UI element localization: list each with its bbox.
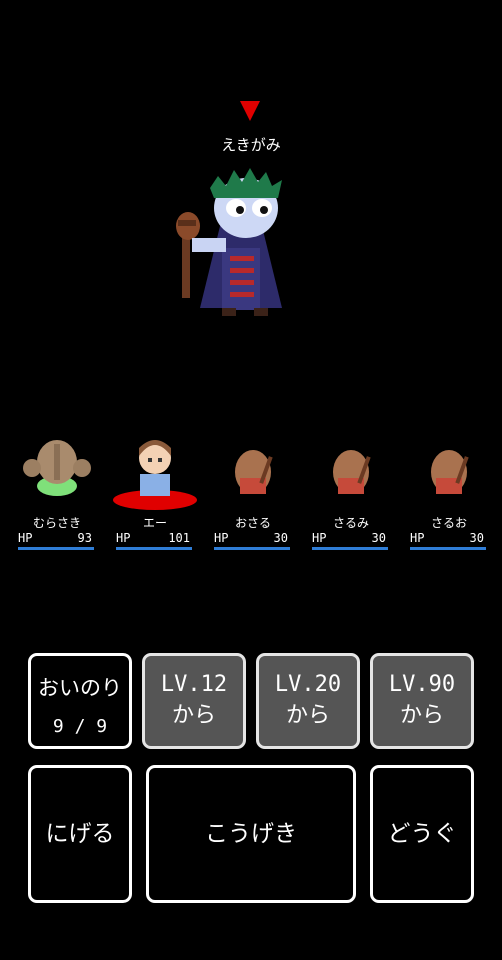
enemy-name: えきがみ: [221, 136, 281, 154]
enemy-sprite[interactable]: [170, 158, 310, 332]
party-member-sarumi[interactable]: さるみ HP 30: [306, 430, 396, 550]
hp-label: HP: [312, 531, 327, 545]
hero-icon: [113, 440, 197, 510]
skill-level: LV.12: [160, 672, 228, 697]
hp-value: 93: [77, 531, 92, 545]
hp-label: HP: [214, 531, 229, 545]
hp-bar: [410, 547, 486, 550]
hp-label: HP: [18, 531, 33, 545]
member-name: おさる: [234, 516, 271, 530]
member-name: さるみ: [332, 516, 369, 530]
skill-lv20-button[interactable]: LV.20 から: [256, 653, 360, 749]
member-name: さるお: [430, 516, 467, 530]
hp-bar: [312, 547, 388, 550]
pray-count: 9 / 9: [52, 716, 108, 737]
escape-button[interactable]: にげる: [28, 765, 132, 903]
skill-level: LV.90: [388, 672, 456, 697]
hp-value: 30: [273, 531, 288, 545]
hp-value: 101: [168, 531, 190, 545]
member-name: エー: [142, 516, 167, 530]
pray-button[interactable]: おいのり 9 / 9: [28, 653, 132, 749]
girl-back-icon: [23, 440, 91, 496]
skill-suffix: から: [399, 703, 444, 728]
monkey-back-icon: [333, 450, 371, 494]
monkey-back-icon: [431, 450, 469, 494]
party-member-murasaki[interactable]: むらさき HP 93: [12, 430, 102, 550]
member-name: むらさき: [32, 516, 81, 530]
ghost-priest-icon: [176, 168, 282, 316]
target-marker-icon: [240, 101, 260, 121]
party-member-ee[interactable]: エー HP 101: [110, 430, 200, 550]
item-button[interactable]: どうぐ: [370, 765, 474, 903]
pray-label: おいのり: [38, 676, 122, 700]
skill-lv12-button[interactable]: LV.12 から: [142, 653, 246, 749]
hp-label: HP: [116, 531, 131, 545]
skill-level: LV.20: [274, 672, 342, 697]
skill-suffix: から: [285, 703, 330, 728]
hp-value: 30: [371, 531, 386, 545]
skill-suffix: から: [171, 703, 216, 728]
hp-value: 30: [469, 531, 484, 545]
party-member-osaru[interactable]: おさる HP 30: [208, 430, 298, 550]
attack-button[interactable]: こうげき: [146, 765, 356, 903]
hp-label: HP: [410, 531, 425, 545]
skill-lv90-button[interactable]: LV.90 から: [370, 653, 474, 749]
hp-bar: [116, 547, 192, 550]
party-member-saruo[interactable]: さるお HP 30: [404, 430, 494, 550]
hp-bar: [214, 547, 290, 550]
hp-bar: [18, 547, 94, 550]
monkey-back-icon: [235, 450, 273, 494]
